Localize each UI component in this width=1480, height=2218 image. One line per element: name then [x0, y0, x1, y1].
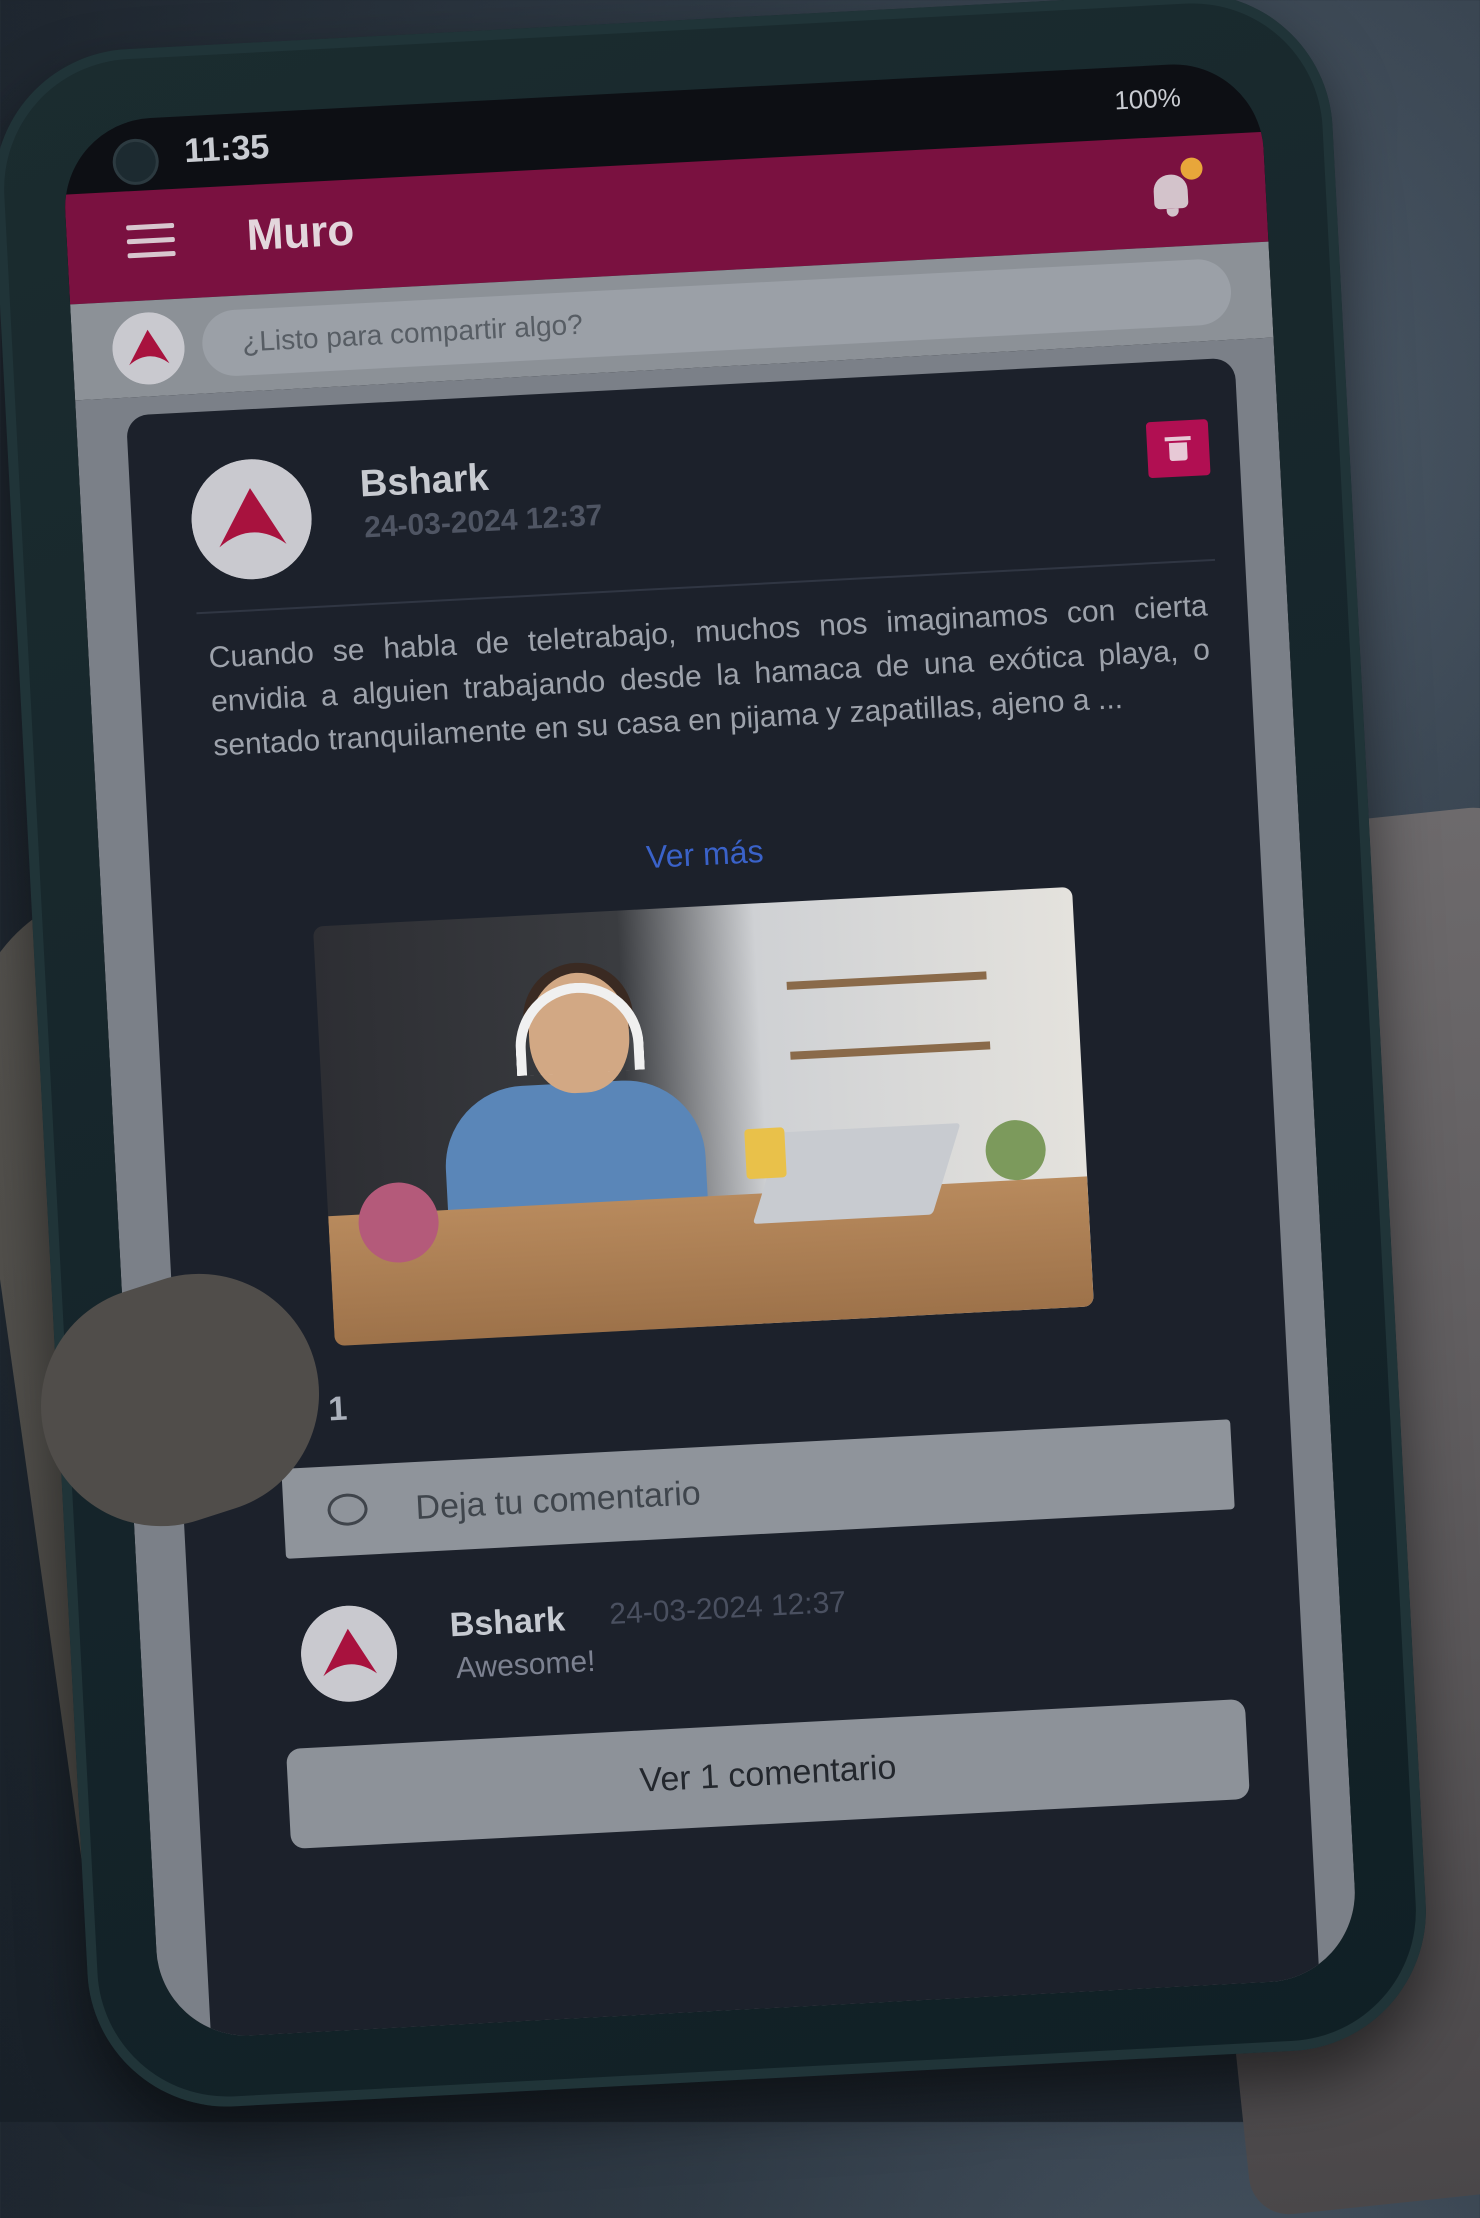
shark-logo — [112, 312, 185, 385]
phone: 11:35 100% Muro ¿Listo para compartir al… — [0, 0, 1433, 2114]
camera-icon — [111, 137, 160, 187]
comment-bubble-icon — [326, 1492, 369, 1527]
post-text: Cuando se habla de teletrabajo, muchos n… — [207, 589, 1211, 763]
menu-icon[interactable] — [126, 222, 176, 261]
trash-icon — [1164, 436, 1191, 462]
comment-avatar[interactable] — [298, 1603, 400, 1705]
see-more-link[interactable]: Ver más — [150, 807, 1260, 902]
post-card: Bshark 24-03-2024 12:37 Cuando se habla … — [126, 357, 1320, 2038]
post-header: Bshark 24-03-2024 12:37 — [126, 358, 1243, 586]
bell-icon[interactable] — [1146, 157, 1204, 217]
comment-text: Awesome! — [455, 1644, 597, 1686]
post-author[interactable]: Bshark — [359, 457, 490, 507]
feed: Bshark 24-03-2024 12:37 Cuando se habla … — [75, 337, 1360, 2041]
phone-screen: 11:35 100% Muro ¿Listo para compartir al… — [60, 59, 1360, 2041]
avatar[interactable] — [110, 310, 187, 387]
like-count: 1 — [327, 1389, 349, 1428]
battery-level: 100% — [1113, 82, 1182, 116]
comment-field — [281, 1419, 1235, 1559]
comment-item: Bshark 24-03-2024 12:37 Awesome! — [288, 1549, 1242, 1709]
post-image[interactable] — [312, 886, 1094, 1347]
shark-logo — [301, 1605, 398, 1702]
status-time: 11:35 — [183, 127, 271, 171]
post-avatar[interactable] — [188, 456, 315, 583]
post-date: 24-03-2024 12:37 — [363, 498, 604, 545]
page-title: Muro — [245, 205, 356, 261]
view-comments-button[interactable]: Ver 1 comentario — [286, 1698, 1250, 1850]
comment-author[interactable]: Bshark — [449, 1600, 566, 1645]
comment-input[interactable] — [411, 1420, 1215, 1555]
comment-date: 24-03-2024 12:37 — [608, 1585, 847, 1632]
shark-logo — [191, 459, 312, 580]
delete-post-button[interactable] — [1145, 419, 1211, 479]
notification-badge — [1179, 157, 1204, 181]
